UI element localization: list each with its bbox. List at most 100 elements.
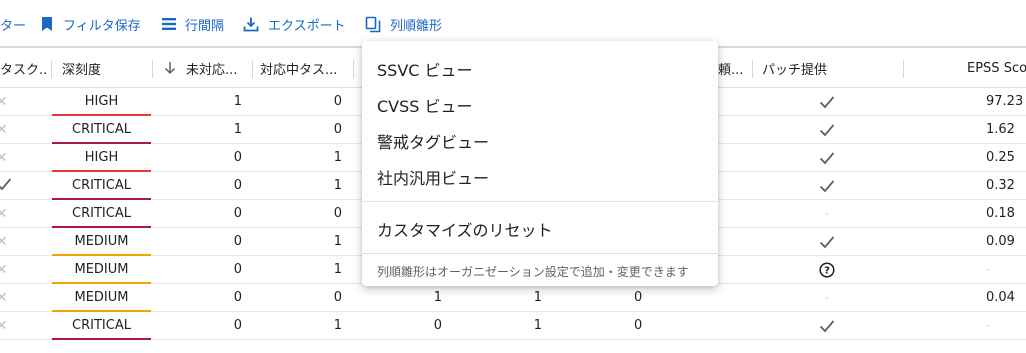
save-filter-button[interactable]: フィルタ保存 xyxy=(40,13,141,35)
column-separator[interactable] xyxy=(353,60,354,78)
epss-cell: 97.23 xyxy=(986,88,1026,115)
check-icon xyxy=(819,319,835,332)
save-filter-label: フィルタ保存 xyxy=(63,18,141,34)
unresolved-cell: 0 xyxy=(233,318,242,333)
check-icon xyxy=(819,235,835,248)
menu-item-ssvc-view[interactable]: SSVC ビュー xyxy=(377,57,473,81)
menu-item-internal-view[interactable]: 社内汎用ビュー xyxy=(377,165,489,189)
task-cell: ✕ xyxy=(0,200,16,227)
menu-item-alert-tag-view[interactable]: 警戒タグビュー xyxy=(377,129,489,153)
severity-cell: CRITICAL xyxy=(52,200,151,228)
x-icon: ✕ xyxy=(0,149,8,166)
column-separator[interactable] xyxy=(752,60,753,78)
column-separator[interactable] xyxy=(252,60,253,78)
column-separator[interactable] xyxy=(152,60,153,78)
epss-cell: 0.32 xyxy=(986,172,1026,199)
x-icon: ✕ xyxy=(0,289,8,306)
epss-value: 0.32 xyxy=(986,178,1015,193)
epss-value: 0.04 xyxy=(986,290,1015,305)
x-icon: ✕ xyxy=(0,261,8,278)
task-cell: ✕ xyxy=(0,312,16,339)
svg-text:?: ? xyxy=(824,265,830,276)
column-header-unresolved-label: 未対応... xyxy=(186,62,238,78)
column-template-button[interactable]: 列順雛形 xyxy=(365,13,442,35)
help-circle-icon: ? xyxy=(819,261,835,278)
patch-cell: - xyxy=(803,284,851,311)
unresolved-cell: 0 xyxy=(233,290,242,305)
epss-value: - xyxy=(986,319,990,332)
in-progress-cell: 0 xyxy=(333,122,342,137)
column-header-in-progress-label: 対応中タス... xyxy=(260,62,338,78)
column-template-label: 列順雛形 xyxy=(390,18,443,34)
severity-cell: CRITICAL xyxy=(52,116,151,144)
empty-dash: - xyxy=(825,207,829,220)
epss-cell: 0.25 xyxy=(986,144,1026,171)
count-cell: 0 xyxy=(634,318,643,333)
menu-divider xyxy=(362,201,718,202)
filter-button[interactable]: ター xyxy=(0,13,26,35)
unresolved-cell: 0 xyxy=(233,178,242,193)
x-icon: ✕ xyxy=(0,93,8,110)
epss-value: 0.25 xyxy=(986,150,1015,165)
empty-dash: - xyxy=(825,291,829,304)
check-icon xyxy=(0,177,12,190)
task-cell: ✕ xyxy=(0,256,16,283)
column-header-epss[interactable]: EPSS Sco xyxy=(967,48,1026,88)
epss-cell: - xyxy=(986,312,1026,339)
in-progress-cell: 0 xyxy=(333,94,342,109)
task-cell: ✕ xyxy=(0,88,16,115)
epss-value: 0.18 xyxy=(986,206,1015,221)
in-progress-cell: 1 xyxy=(333,150,342,165)
arrow-down-icon xyxy=(164,62,176,75)
export-label: エクスポート xyxy=(268,18,346,34)
x-icon: ✕ xyxy=(0,205,8,222)
unresolved-cell: 0 xyxy=(233,150,242,165)
in-progress-cell: 1 xyxy=(333,318,342,333)
download-icon xyxy=(243,17,259,32)
row-spacing-button[interactable]: 行間隔 xyxy=(162,13,224,35)
list-icon xyxy=(162,18,176,30)
row-spacing-label: 行間隔 xyxy=(185,18,225,34)
count-cell: 0 xyxy=(433,318,442,333)
in-progress-cell: 1 xyxy=(333,178,342,193)
column-header-severity[interactable]: 深刻度 xyxy=(62,48,148,88)
column-header-epss-label: EPSS Sco xyxy=(967,60,1026,76)
menu-footnote: 列順雛形はオーガニゼーション設定で追加・変更できます xyxy=(377,265,689,279)
menu-item-reset-customization[interactable]: カスタマイズのリセット xyxy=(377,217,553,241)
count-cell: 1 xyxy=(533,318,542,333)
unresolved-cell: 1 xyxy=(233,122,242,137)
column-header-task[interactable]: タスク... xyxy=(0,48,46,88)
export-button[interactable]: エクスポート xyxy=(243,13,346,35)
x-icon: ✕ xyxy=(0,233,8,250)
task-cell: ✕ xyxy=(0,284,16,311)
check-icon xyxy=(819,123,835,136)
unresolved-cell: 0 xyxy=(233,262,242,277)
epss-cell: 0.09 xyxy=(986,228,1026,255)
column-header-patch[interactable]: パッチ提供 xyxy=(762,48,892,88)
epss-cell: 1.62 xyxy=(986,116,1026,143)
table-row[interactable]: ✕ MEDIUM 0 0 1 1 0 - 0.04 xyxy=(0,284,1026,312)
patch-cell xyxy=(803,172,851,199)
column-template-menu: SSVC ビュー CVSS ビュー 警戒タグビュー 社内汎用ビュー カスタマイズ… xyxy=(362,41,718,286)
task-cell xyxy=(0,172,16,199)
patch-cell xyxy=(803,116,851,143)
patch-cell: ? xyxy=(803,256,851,283)
in-progress-cell: 1 xyxy=(333,262,342,277)
in-progress-cell: 0 xyxy=(333,206,342,221)
column-header-unresolved[interactable]: 未対応... xyxy=(162,48,248,88)
in-progress-cell: 0 xyxy=(333,290,342,305)
column-header-in-progress[interactable]: 対応中タス... xyxy=(260,48,350,88)
patch-cell: - xyxy=(803,200,851,227)
column-header-request[interactable]: 頼... xyxy=(718,48,750,88)
table-row[interactable]: ✕ CRITICAL 0 1 0 1 0 - xyxy=(0,312,1026,340)
severity-cell: CRITICAL xyxy=(52,312,151,340)
column-separator[interactable] xyxy=(903,60,904,78)
menu-item-cvss-view[interactable]: CVSS ビュー xyxy=(377,93,473,117)
severity-cell: MEDIUM xyxy=(52,228,151,256)
copy-icon xyxy=(365,16,381,32)
column-separator[interactable] xyxy=(51,60,52,78)
unresolved-cell: 0 xyxy=(233,234,242,249)
epss-value: 1.62 xyxy=(986,122,1015,137)
count-cell: 1 xyxy=(533,290,542,305)
in-progress-cell: 1 xyxy=(333,234,342,249)
